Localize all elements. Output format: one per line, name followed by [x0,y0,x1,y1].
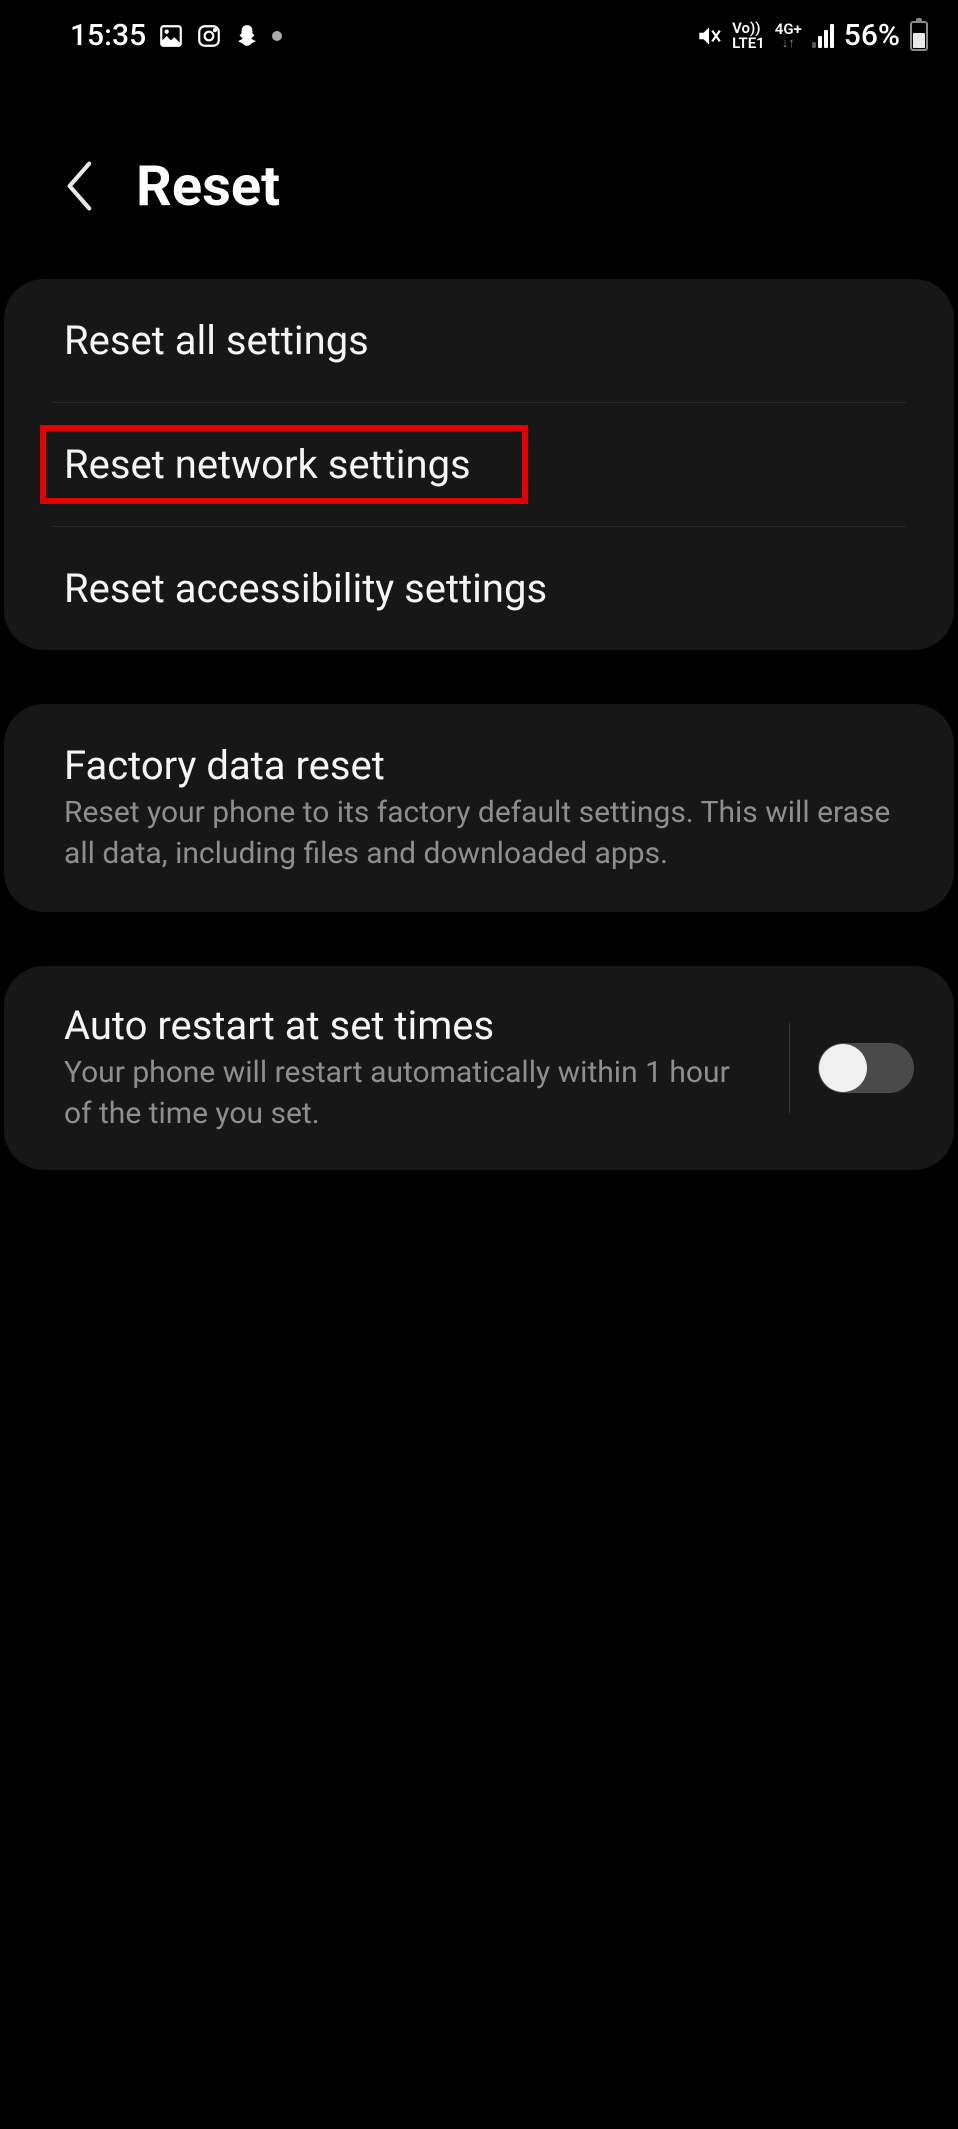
auto-restart-item[interactable]: Auto restart at set times Your phone wil… [4,966,954,1170]
volte-icon: Vo)) LTE1 [732,21,765,51]
battery-fill [913,33,925,48]
item-title: Auto restart at set times [64,1002,741,1049]
gallery-icon [158,23,184,49]
instagram-icon [196,23,222,49]
factory-data-reset-item[interactable]: Factory data reset Reset your phone to i… [4,704,954,912]
page-header: Reset [0,63,958,279]
status-bar-left: 15:35 [70,18,282,53]
chevron-left-icon [60,158,96,214]
auto-restart-card: Auto restart at set times Your phone wil… [4,966,954,1170]
vertical-divider [789,1023,790,1113]
item-title: Factory data reset [64,742,894,789]
toggle-text: Auto restart at set times Your phone wil… [64,1002,761,1134]
network-type-icon: 4G+ ↓↑ [775,22,802,50]
item-title: Reset accessibility settings [64,565,894,612]
mute-icon [696,23,722,49]
factory-reset-card: Factory data reset Reset your phone to i… [4,704,954,912]
item-title: Reset all settings [64,317,894,364]
reset-accessibility-settings-item[interactable]: Reset accessibility settings [4,527,954,650]
data-arrows-icon: ↓↑ [782,37,795,50]
status-bar-right: Vo)) LTE1 4G+ ↓↑ 56% [696,18,928,53]
status-bar: 15:35 Vo)) LTE1 4G+ ↓↑ 56% [0,0,958,63]
more-notifications-icon [272,31,282,41]
battery-percent: 56% [844,18,900,53]
page-title: Reset [136,153,280,219]
volte-bottom-label: LTE1 [732,36,765,51]
auto-restart-toggle[interactable] [818,1043,914,1093]
reset-options-card: Reset all settings Reset network setting… [4,279,954,650]
status-time: 15:35 [70,18,146,53]
item-description: Reset your phone to its factory default … [64,793,894,874]
reset-all-settings-item[interactable]: Reset all settings [4,279,954,402]
network-type-label: 4G+ [775,22,802,37]
battery-icon [910,21,928,51]
signal-icon [812,24,834,48]
item-title: Reset network settings [64,441,894,488]
reset-network-settings-item[interactable]: Reset network settings [4,403,954,526]
snapchat-icon [234,23,260,49]
item-description: Your phone will restart automatically wi… [64,1053,741,1134]
back-button[interactable] [60,158,96,214]
toggle-knob [819,1044,867,1092]
